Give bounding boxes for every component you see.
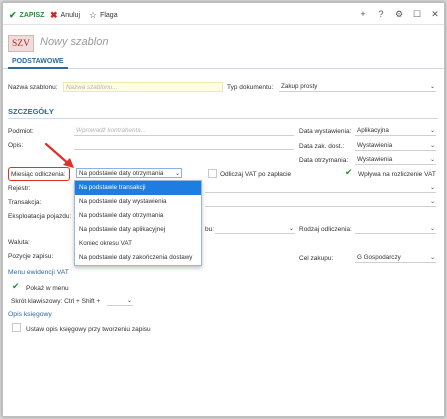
toolbar: ✔ ZAPISZ ✖ Anuluj ☆ Flaga + ? ⚙ ☐ ✕	[3, 3, 444, 25]
ledger-section-title: Opis księgowy	[8, 311, 52, 318]
vat-payment-checkbox[interactable]	[208, 169, 217, 178]
purchase-goal-label: Cel zakupu:	[299, 255, 334, 262]
ledger-checkbox[interactable]	[12, 323, 21, 332]
page-title: Nowy szablon	[40, 36, 109, 48]
chevron-down-icon: ⌄	[429, 143, 435, 149]
document-badge: SZV	[8, 35, 34, 52]
flag-button[interactable]: ☆ Flaga	[89, 9, 118, 21]
month-label: Miesiąc odliczenia:	[11, 171, 66, 178]
subject-input[interactable]: Wprowadź kontrahenta...	[74, 126, 294, 136]
vehicle-select[interactable]: ⌄	[215, 224, 295, 234]
issue-date-select[interactable]: Aplikacyjna ⌄	[355, 126, 436, 136]
deduction-kind-label: Rodzaj odliczenia:	[299, 226, 352, 233]
chevron-down-icon: ⌄	[174, 171, 180, 177]
gear-icon[interactable]: ⚙	[393, 8, 405, 20]
show-in-menu-checkbox[interactable]: ✔	[12, 282, 21, 291]
currency-label: Waluta:	[8, 239, 30, 246]
chevron-down-icon: ⌄	[126, 298, 132, 304]
deduction-kind-select[interactable]: ⌄	[355, 224, 436, 234]
template-name-label: Nazwa szablonu:	[8, 84, 58, 91]
dropdown-option[interactable]: Na podstawie daty aplikacyjnej	[75, 223, 201, 237]
chevron-down-icon: ⌄	[288, 226, 294, 232]
save-button[interactable]: ✔ ZAPISZ	[9, 9, 44, 21]
position-label: Pozycje zapisu:	[8, 253, 54, 260]
dropdown-option[interactable]: Na podstawie daty wystawienia	[75, 195, 201, 209]
help-icon[interactable]: ?	[375, 8, 387, 20]
tab-bar: PODSTAWOWE	[3, 55, 444, 69]
chevron-down-icon: ⌄	[429, 84, 435, 90]
plus-icon[interactable]: +	[357, 8, 369, 20]
month-select[interactable]: Na podstawie daty otrzymania ⌄	[76, 168, 182, 178]
section-divider	[8, 118, 438, 119]
maximize-icon[interactable]: ☐	[411, 8, 423, 20]
show-in-menu-label: Pokaż w menu	[26, 285, 69, 292]
chevron-down-icon: ⌄	[429, 185, 435, 191]
vat-settlement-checkbox[interactable]: ✔	[345, 168, 354, 177]
purchase-goal-select[interactable]: G Gospodarczy ⌄	[355, 253, 436, 263]
cancel-button[interactable]: ✖ Anuluj	[50, 9, 80, 21]
shortcut-label: Skrót klawiszowy: Ctrl + Shift +	[11, 298, 101, 305]
transaction-select[interactable]: ⌄	[205, 197, 436, 207]
menu-section-title: Menu ewidencji VAT	[8, 269, 69, 276]
vehicle-label-tail: bu:	[205, 226, 215, 233]
doc-type-label: Typ dokumentu:	[227, 84, 274, 91]
vat-settlement-label: Wpływa na rozliczenie VAT	[358, 171, 436, 178]
vat-payment-label: Odliczaj VAT po zapłacie	[220, 171, 292, 178]
chevron-down-icon: ⌄	[429, 226, 435, 232]
close-window-icon[interactable]: ✕	[429, 8, 441, 20]
tab-podstawowe[interactable]: PODSTAWOWE	[8, 55, 68, 69]
transaction-label: Transakcja:	[8, 199, 42, 206]
red-arrow-icon	[44, 142, 74, 168]
purchase-date-label: Data zak. dost.:	[299, 143, 345, 150]
doc-type-select[interactable]: Zakup prosty ⌄	[279, 82, 436, 92]
shortcut-select[interactable]: ⌄	[107, 296, 133, 306]
received-date-select[interactable]: Wystawienia ⌄	[355, 155, 436, 165]
month-dropdown-list: Na podstawie transakcji Na podstawie dat…	[74, 180, 202, 266]
chevron-down-icon: ⌄	[429, 157, 435, 163]
dropdown-option[interactable]: Na podstawie daty otrzymania	[75, 209, 201, 223]
check-icon: ✔	[9, 9, 17, 20]
exploitation-label: Eksploatacja pojazdu:	[8, 213, 72, 220]
chevron-down-icon: ⌄	[429, 199, 435, 205]
register-label: Rejestr:	[8, 185, 31, 192]
issue-date-label: Data wystawienia:	[299, 128, 352, 135]
dropdown-option[interactable]: Na podstawie transakcji	[75, 181, 201, 195]
ledger-option-label: Ustaw opis księgowy przy tworzeniu zapis…	[26, 326, 151, 333]
star-icon: ☆	[89, 9, 98, 20]
dropdown-option[interactable]: Na podstawie daty zakończenia dostawy	[75, 251, 201, 265]
chevron-down-icon: ⌄	[429, 255, 435, 261]
description-input[interactable]	[74, 140, 294, 150]
close-icon: ✖	[50, 9, 58, 20]
chevron-down-icon: ⌄	[429, 128, 435, 134]
purchase-date-select[interactable]: Wystawienia ⌄	[355, 141, 436, 151]
template-dialog: ✔ ZAPISZ ✖ Anuluj ☆ Flaga + ? ⚙ ☐ ✕ SZV …	[2, 2, 445, 417]
subject-label: Podmiot:	[8, 128, 34, 135]
details-section-title: SZCZEGÓŁY	[8, 107, 54, 116]
header: SZV Nowy szablon	[3, 25, 444, 55]
dropdown-option[interactable]: Koniec okresu VAT	[75, 237, 201, 251]
register-select[interactable]: ⌄	[205, 183, 436, 193]
template-name-input[interactable]: Nazwa szablonu...	[63, 82, 223, 92]
received-date-label: Data otrzymania:	[299, 157, 349, 164]
description-label: Opis:	[8, 142, 24, 149]
